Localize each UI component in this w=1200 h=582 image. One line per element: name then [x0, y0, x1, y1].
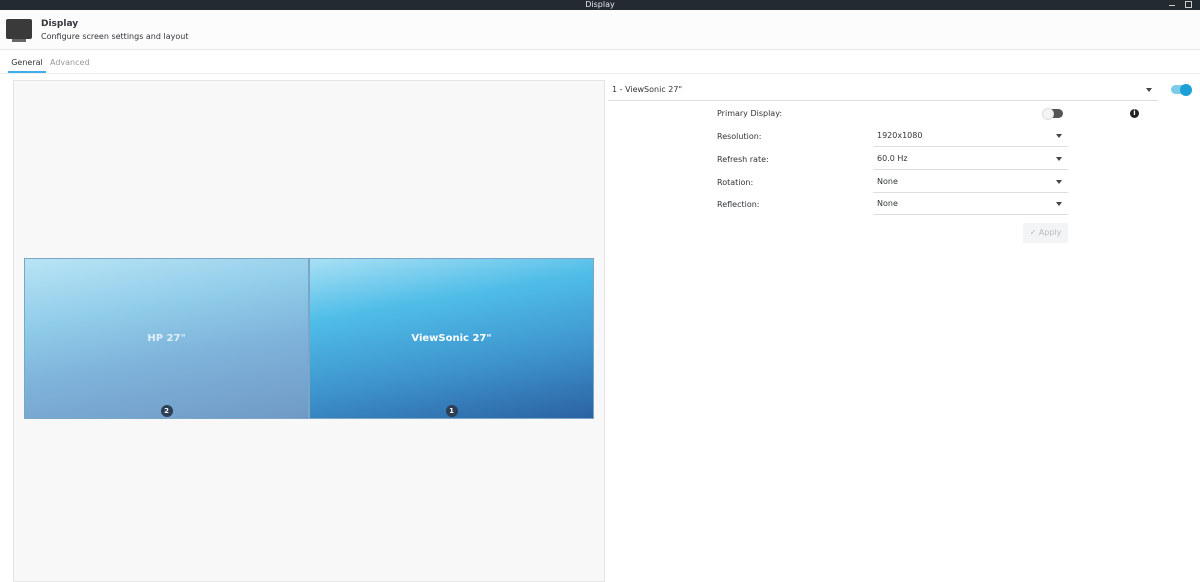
- refresh-rate-value: 60.0 Hz: [877, 154, 908, 163]
- output-select-value: 1 - ViewSonic 27": [612, 85, 683, 94]
- monitor-name: ViewSonic 27": [411, 333, 492, 344]
- page-subtitle: Configure screen settings and layout: [41, 32, 189, 41]
- monitor-viewsonic[interactable]: ViewSonic 27" 1: [309, 258, 594, 419]
- screen-layout-canvas[interactable]: HP 27" 2 ViewSonic 27" 1: [13, 80, 605, 582]
- display-icon: [6, 19, 32, 42]
- resolution-value: 1920x1080: [877, 131, 923, 140]
- resolution-select[interactable]: 1920x1080: [873, 125, 1068, 147]
- toggle-knob: [1042, 107, 1054, 120]
- refresh-rate-label: Refresh rate:: [717, 155, 769, 164]
- minimize-button[interactable]: [1169, 5, 1175, 6]
- tab-advanced[interactable]: Advanced: [50, 55, 90, 71]
- chevron-down-icon: [1146, 88, 1152, 92]
- monitor-hp[interactable]: HP 27" 2: [24, 258, 309, 419]
- rotation-label: Rotation:: [717, 178, 754, 187]
- chevron-down-icon: [1056, 134, 1062, 138]
- monitor-name: HP 27": [147, 333, 186, 344]
- reflection-value: None: [877, 199, 898, 208]
- tab-general[interactable]: General: [8, 55, 46, 73]
- maximize-button[interactable]: [1185, 1, 1192, 8]
- window-title: Display: [585, 0, 615, 9]
- reflection-label: Reflection:: [717, 200, 760, 209]
- rotation-select[interactable]: None: [873, 171, 1068, 193]
- monitor-number-badge: 2: [160, 405, 173, 417]
- info-icon[interactable]: i: [1130, 109, 1139, 118]
- primary-display-toggle[interactable]: [1042, 107, 1063, 120]
- chevron-down-icon: [1056, 202, 1062, 206]
- chevron-down-icon: [1056, 157, 1062, 161]
- output-enabled-toggle[interactable]: [1171, 83, 1192, 96]
- monitor-number-badge: 1: [445, 405, 458, 417]
- primary-display-label: Primary Display:: [717, 109, 783, 118]
- apply-button[interactable]: ✓ Apply: [1023, 223, 1068, 243]
- chevron-down-icon: [1056, 180, 1062, 184]
- output-select[interactable]: 1 - ViewSonic 27": [608, 79, 1158, 101]
- rotation-value: None: [877, 177, 898, 186]
- module-header: Display Configure screen settings and la…: [0, 10, 1200, 50]
- title-bar: Display: [0, 0, 1200, 10]
- page-title: Display: [41, 19, 79, 29]
- reflection-select[interactable]: None: [873, 193, 1068, 215]
- toggle-knob: [1180, 83, 1192, 96]
- divider: [0, 73, 1200, 74]
- refresh-rate-select[interactable]: 60.0 Hz: [873, 148, 1068, 170]
- resolution-label: Resolution:: [717, 132, 762, 141]
